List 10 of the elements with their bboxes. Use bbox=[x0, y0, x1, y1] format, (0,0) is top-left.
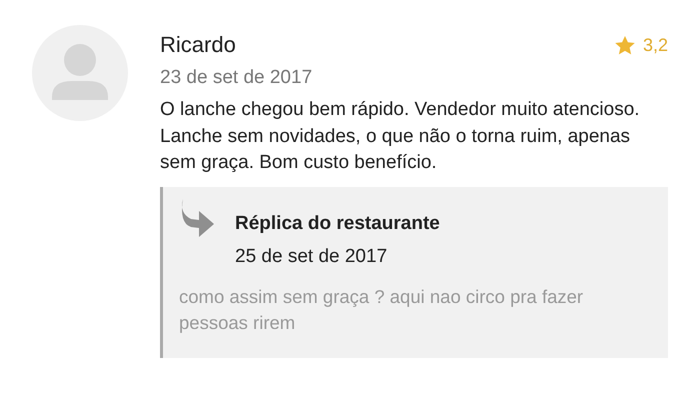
star-icon bbox=[614, 36, 635, 55]
reply-title: Réplica do restaurante bbox=[235, 212, 440, 234]
reply-date: 25 de set de 2017 bbox=[235, 246, 388, 268]
review-date: 23 de set de 2017 bbox=[160, 67, 314, 89]
rating-value: 3,2 bbox=[642, 35, 668, 56]
author-name: Ricardo bbox=[160, 32, 236, 58]
reply-text: como assim sem graça ? aqui nao circo pra fazer pessoas rirem bbox=[179, 284, 584, 335]
review-text: O lanche chegou bem rápido. Vendedor muito atencioso. Lanche sem novidades, o que não o torna ruim, apenas sem graça. Bom custo benefício. bbox=[160, 98, 641, 175]
reply-arrow-icon bbox=[179, 198, 215, 238]
avatar-icon bbox=[32, 25, 128, 121]
